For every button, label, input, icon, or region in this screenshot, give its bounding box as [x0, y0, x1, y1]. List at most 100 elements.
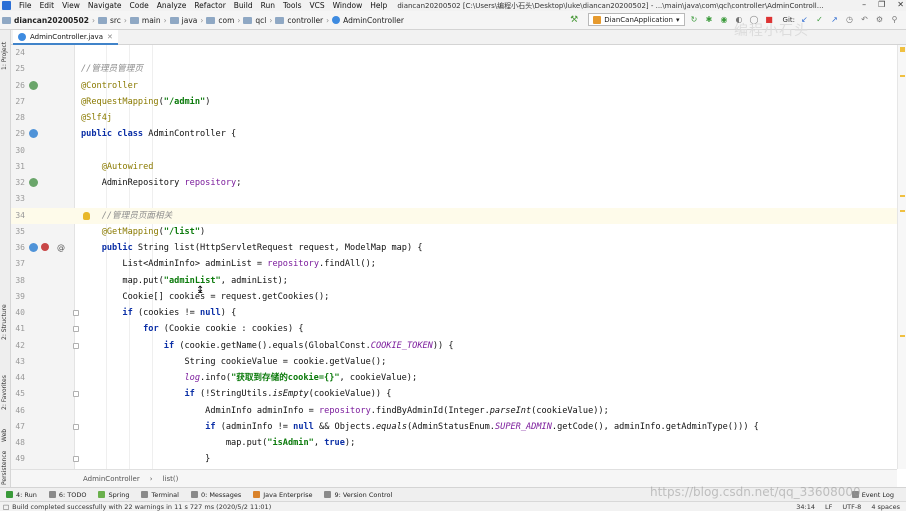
class-icon — [332, 16, 341, 24]
fold-icon[interactable] — [73, 391, 79, 398]
code-line: 37 List<AdminInfo> adminList = repositor… — [15, 259, 376, 270]
code-line: 32 AdminRepository repository; — [15, 178, 242, 188]
warning-mark[interactable] — [900, 75, 905, 77]
close-window-icon[interactable]: ✕ — [897, 0, 904, 9]
git-push-icon[interactable]: ↗ — [829, 14, 840, 25]
folder-icon — [169, 16, 179, 24]
undo-icon[interactable]: ↶ — [859, 14, 870, 25]
close-tab-icon[interactable]: ✕ — [107, 33, 113, 41]
settings-icon[interactable]: ⚙ — [874, 14, 885, 25]
class-icon — [18, 32, 26, 41]
tool-terminal[interactable]: Terminal — [135, 491, 184, 499]
debug-icon[interactable]: ✱ — [704, 14, 715, 25]
web-mapping-icon[interactable] — [29, 243, 38, 252]
tool-version-control[interactable]: 9: Version Control — [318, 491, 398, 499]
build-hammer-icon[interactable]: ⚒ — [570, 15, 578, 25]
code-line: 36 @ public String list(HttpServletReques… — [11, 240, 897, 256]
tab-admincontroller[interactable]: AdminController.java ✕ — [13, 30, 118, 45]
run-config-select[interactable]: DianCanApplication ▾ — [588, 13, 685, 26]
fold-icon[interactable] — [73, 310, 79, 316]
tool-spring[interactable]: Spring — [92, 491, 135, 499]
code-line: 28 @Slf4j — [15, 113, 113, 123]
menu-build[interactable]: Build — [230, 1, 257, 10]
fold-icon[interactable] — [73, 423, 79, 430]
java-enterprise-icon — [253, 491, 261, 498]
tool-todo[interactable]: 6: TODO — [43, 491, 93, 499]
menu-tools[interactable]: Tools — [279, 1, 305, 10]
structure-tool-tab[interactable]: 2: Structure — [1, 304, 8, 340]
code-line: 43 String cookieValue = cookie.getValue(… — [15, 356, 387, 367]
code-line: 25//管理员管理页 — [15, 64, 143, 75]
breadcrumb-java[interactable]: java — [168, 16, 200, 25]
breadcrumb-src[interactable]: src — [96, 16, 123, 25]
line-separator[interactable]: LF — [825, 503, 832, 511]
annotation-at-icon: @ — [57, 243, 65, 252]
breadcrumb-project[interactable]: diancan20200502 — [0, 16, 91, 25]
method-marker-icon[interactable] — [41, 243, 49, 251]
spring-icon — [98, 491, 106, 498]
favorites-tool-tab[interactable]: 2: Favorites — [1, 375, 8, 410]
web-tool-tab[interactable]: Web — [1, 429, 8, 442]
indent-setting[interactable]: 4 spaces — [871, 503, 900, 511]
rerun-icon[interactable]: ↻ — [689, 14, 700, 25]
autowired-bean-icon[interactable] — [29, 178, 38, 187]
web-mapping-icon[interactable] — [29, 129, 38, 139]
menu-help[interactable]: Help — [366, 1, 391, 10]
warning-mark[interactable] — [900, 195, 905, 197]
terminal-icon — [141, 491, 149, 498]
menu-file[interactable]: File — [15, 1, 36, 10]
warning-mark[interactable] — [900, 335, 905, 337]
code-lines: 24 25//管理员管理页 26 @Controller 27 @RequestMa… — [11, 45, 897, 469]
fold-icon[interactable] — [73, 456, 79, 463]
spring-bean-icon[interactable] — [29, 80, 38, 90]
menu-run[interactable]: Run — [257, 1, 279, 10]
code-editor[interactable]: 24 25//管理员管理页 26 @Controller 27 @RequestMa… — [11, 45, 897, 469]
maximize-icon[interactable]: ❐ — [878, 0, 885, 9]
menu-view[interactable]: View — [58, 1, 84, 10]
breadcrumb-method-name[interactable]: list() — [163, 475, 179, 483]
menu-vcs[interactable]: VCS — [305, 1, 328, 10]
caret-position[interactable]: 34:14 — [796, 503, 815, 511]
fold-icon[interactable] — [73, 326, 79, 333]
code-line: 33 — [15, 194, 25, 204]
folder-icon — [206, 16, 216, 24]
menu-window[interactable]: Window — [329, 1, 367, 10]
code-line: 31 @Autowired — [15, 161, 154, 172]
status-right: 34:14 LF UTF-8 4 spaces — [796, 503, 900, 511]
warning-indicator-icon[interactable] — [900, 47, 905, 52]
tool-java-enterprise[interactable]: Java Enterprise — [247, 491, 318, 499]
menu-navigate[interactable]: Navigate — [84, 1, 126, 10]
project-tool-tab[interactable]: 1: Project — [1, 42, 8, 70]
breadcrumb-class[interactable]: AdminController — [330, 16, 406, 25]
watermark-logo: 编程小石头 — [734, 23, 809, 39]
code-line: 42 if (cookie.getName().equals(GlobalCon… — [15, 340, 454, 351]
minimize-icon[interactable]: – — [862, 0, 866, 9]
spring-boot-icon — [593, 15, 602, 24]
search-icon[interactable]: ⚲ — [889, 14, 900, 25]
fold-icon[interactable] — [73, 342, 79, 349]
tool-messages[interactable]: 0: Messages — [185, 491, 247, 499]
menu-code[interactable]: Code — [126, 1, 153, 10]
breadcrumb-controller[interactable]: controller — [273, 16, 325, 25]
git-history-icon[interactable]: ◷ — [844, 14, 855, 25]
tool-run[interactable]: 4: Run — [0, 491, 43, 499]
breadcrumb-main[interactable]: main — [128, 16, 163, 25]
menu-analyze[interactable]: Analyze — [153, 1, 191, 10]
persistence-tool-tab[interactable]: Persistence — [1, 451, 8, 485]
breadcrumb-class-name[interactable]: AdminController — [83, 475, 140, 483]
file-encoding[interactable]: UTF-8 — [842, 503, 861, 511]
menu-edit[interactable]: Edit — [36, 1, 59, 10]
error-stripe[interactable] — [897, 45, 906, 469]
warning-mark[interactable] — [900, 210, 905, 212]
intellij-logo-icon — [2, 1, 11, 10]
breadcrumb-qcl[interactable]: qcl — [241, 16, 268, 25]
breadcrumb-com[interactable]: com — [204, 16, 236, 25]
code-line: 24 — [15, 48, 25, 57]
code-line: 30 — [15, 145, 25, 155]
build-status[interactable]: □ Build completed successfully with 22 w… — [0, 503, 271, 511]
git-commit-icon[interactable]: ✓ — [814, 14, 825, 25]
status-bar: □ Build completed successfully with 22 w… — [0, 501, 906, 511]
coverage-icon[interactable]: ◉ — [719, 14, 730, 25]
menu-refactor[interactable]: Refactor — [190, 1, 229, 10]
code-line: 49 } — [15, 454, 211, 465]
